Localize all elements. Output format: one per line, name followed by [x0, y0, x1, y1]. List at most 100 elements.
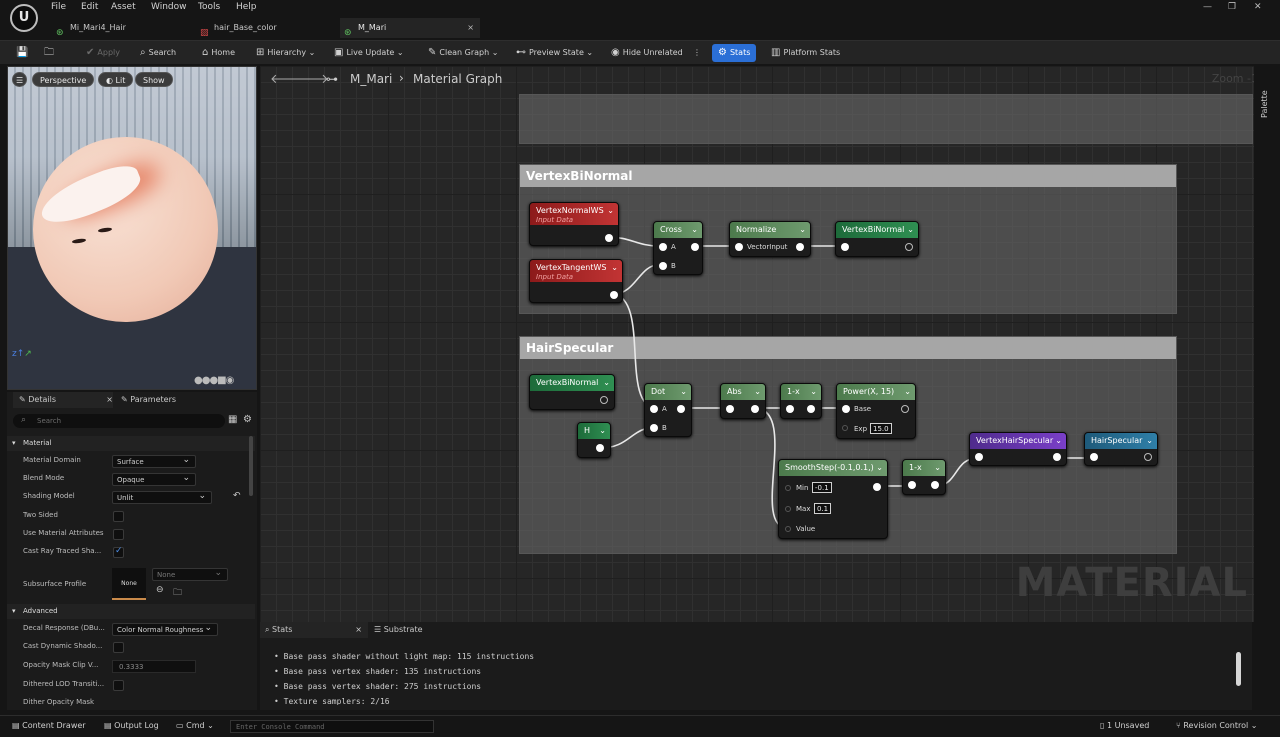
node-cross[interactable]: Cross ⌄ A B — [653, 221, 703, 275]
hierarchy-button[interactable]: ⊞ Hierarchy ⌄ — [256, 44, 315, 62]
chevron-down-icon[interactable]: ⌄ — [799, 222, 806, 237]
tab-details[interactable]: ✎ Details × — [13, 392, 113, 408]
chevron-down-icon[interactable]: ⌄ — [876, 460, 883, 475]
cast-ray-traced-checkbox[interactable] — [113, 546, 124, 558]
preview-shape-icons[interactable]: ●●●■◉ — [194, 375, 234, 386]
details-scrollbar[interactable] — [249, 436, 253, 496]
node-smoothstep[interactable]: SmoothStep(-0.1,0.1,) ⌄ Min -0.1 Max 0.1 … — [778, 459, 888, 539]
input-pin-a[interactable] — [659, 243, 667, 251]
node-vertexbinormal-in[interactable]: VertexBiNormal ⌄ — [529, 374, 615, 410]
output-pin[interactable] — [1053, 453, 1061, 461]
close-stats-icon[interactable]: × — [355, 622, 362, 638]
chevron-down-icon[interactable]: ⌄ — [611, 260, 618, 275]
palette-strip[interactable]: Palette — [1254, 66, 1280, 622]
platform-stats-button[interactable]: ▥ Platform Stats — [771, 44, 840, 62]
output-pin[interactable] — [873, 483, 881, 491]
material-graph-canvas[interactable]: 🡐 🡒 ⊶ M_Mari › Material Graph Zoom -1 MA… — [260, 66, 1272, 622]
node-header[interactable]: 1-x ⌄ — [781, 384, 821, 400]
chevron-down-icon[interactable]: ⌄ — [934, 460, 941, 475]
input-pin[interactable] — [735, 243, 743, 251]
node-header[interactable]: HairSpecular ⌄ — [1085, 433, 1157, 449]
chevron-down-icon[interactable]: ⌄ — [691, 222, 698, 237]
node-header[interactable]: VertexBiNormal ⌄ — [836, 222, 918, 238]
menu-help[interactable]: Help — [236, 2, 257, 12]
opacity-mask-clip-input[interactable]: 0.3333 — [112, 660, 196, 673]
details-search-input[interactable]: Search — [13, 414, 225, 428]
input-pin-max[interactable] — [785, 506, 791, 512]
tab-mi-mari4-hair[interactable]: ⊛ Mi_Mari4_Hair — [52, 18, 192, 38]
output-pin[interactable] — [596, 444, 604, 452]
output-pin[interactable] — [677, 405, 685, 413]
node-h[interactable]: H ⌄ — [577, 422, 611, 458]
browse-asset-icon[interactable]: 🗀 — [173, 585, 182, 601]
blend-mode-dropdown[interactable]: Opaque — [112, 472, 196, 486]
browse-icon[interactable]: 🗀 — [44, 44, 57, 62]
section-material[interactable]: ▾ Material — [7, 436, 255, 451]
close-tab-icon[interactable]: × — [467, 18, 474, 38]
input-pin-b[interactable] — [659, 262, 667, 270]
node-one-minus-2[interactable]: 1-x ⌄ — [902, 459, 946, 495]
input-pin-base[interactable] — [842, 405, 850, 413]
node-header[interactable]: VertexTangentWS ⌄ Input Data — [530, 260, 622, 282]
menu-asset[interactable]: Asset — [111, 2, 136, 12]
input-pin-min[interactable] — [785, 485, 791, 491]
material-domain-dropdown[interactable]: Surface — [112, 454, 196, 468]
minimize-icon[interactable]: — — [1203, 2, 1212, 12]
node-header[interactable]: VertexNormalWS ⌄ Input Data — [530, 203, 618, 225]
node-header[interactable]: Normalize ⌄ — [730, 222, 810, 238]
node-header[interactable]: H ⌄ — [578, 423, 610, 439]
unsaved-button[interactable]: ▯ 1 Unsaved — [1100, 721, 1149, 730]
node-normalize[interactable]: Normalize ⌄ VectorInput — [729, 221, 811, 257]
node-hairspecular[interactable]: HairSpecular ⌄ — [1084, 432, 1158, 466]
console-command-input[interactable]: Enter Console Command — [230, 720, 434, 733]
close-window-icon[interactable]: ✕ — [1254, 2, 1262, 12]
output-pin[interactable] — [931, 481, 939, 489]
stats-scrollbar[interactable] — [1236, 652, 1241, 686]
menu-tools[interactable]: Tools — [198, 2, 220, 12]
max-input[interactable]: 0.1 — [814, 503, 832, 514]
output-pin[interactable] — [751, 405, 759, 413]
preview-viewport[interactable]: ☰ Perspective ◐ Lit Show z↑↗ ●●●■◉ — [7, 66, 257, 390]
use-material-attributes-checkbox[interactable] — [113, 529, 124, 540]
unreal-logo-icon[interactable]: U — [10, 4, 38, 32]
tab-hair-base-color[interactable]: ▨ hair_Base_color — [196, 18, 336, 38]
input-pin-exp[interactable] — [842, 425, 848, 431]
output-pin[interactable] — [807, 405, 815, 413]
node-vertextangentws[interactable]: VertexTangentWS ⌄ Input Data — [529, 259, 623, 303]
exp-input[interactable]: 15.0 — [870, 423, 892, 434]
input-pin-a[interactable] — [650, 405, 658, 413]
two-sided-checkbox[interactable] — [113, 511, 124, 522]
hide-unrelated-button[interactable]: ◉ Hide Unrelated — [611, 44, 683, 62]
maximize-icon[interactable]: ❐ — [1228, 2, 1236, 12]
use-selected-icon[interactable]: ⊖ — [156, 585, 164, 595]
shading-model-dropdown[interactable]: Unlit — [112, 490, 212, 504]
node-one-minus[interactable]: 1-x ⌄ — [780, 383, 822, 419]
node-vertexhairspecular[interactable]: VertexHairSpecular ⌄ — [969, 432, 1067, 466]
output-pin[interactable] — [600, 396, 608, 404]
chevron-down-icon[interactable]: ⌄ — [607, 203, 614, 218]
dithered-lod-checkbox[interactable] — [113, 680, 124, 691]
menu-edit[interactable]: Edit — [81, 2, 98, 12]
clean-graph-button[interactable]: ✎ Clean Graph ⌄ — [428, 44, 498, 62]
chevron-down-icon[interactable]: ⌄ — [1146, 433, 1153, 448]
node-vertexbinormal-out[interactable]: VertexBiNormal ⌄ — [835, 221, 919, 257]
chevron-down-icon[interactable]: ⌄ — [680, 384, 687, 399]
node-dot[interactable]: Dot ⌄ A B — [644, 383, 692, 437]
tab-parameters[interactable]: ✎ Parameters — [121, 392, 176, 408]
menu-file[interactable]: File — [51, 2, 66, 12]
save-icon[interactable]: 💾 — [16, 44, 31, 62]
node-vertexnormalws[interactable]: VertexNormalWS ⌄ Input Data — [529, 202, 619, 246]
cmd-button[interactable]: ▭ Cmd ⌄ — [176, 721, 214, 730]
input-pin[interactable] — [841, 243, 849, 251]
tab-m-mari[interactable]: ⊛ M_Mari × — [340, 18, 480, 38]
show-button[interactable]: Show — [135, 72, 173, 87]
table-view-icon[interactable]: ▦ — [228, 414, 237, 425]
input-pin-value[interactable] — [785, 526, 791, 532]
preview-state-button[interactable]: ⊷ Preview State ⌄ — [516, 44, 593, 62]
more-options-icon[interactable]: ⋮ — [693, 44, 701, 62]
input-pin-b[interactable] — [650, 424, 658, 432]
stats-button[interactable]: ⚙ Stats — [712, 44, 757, 62]
node-header[interactable]: Cross ⌄ — [654, 222, 702, 238]
lit-button[interactable]: ◐ Lit — [98, 72, 134, 87]
output-pin[interactable] — [1144, 453, 1152, 461]
